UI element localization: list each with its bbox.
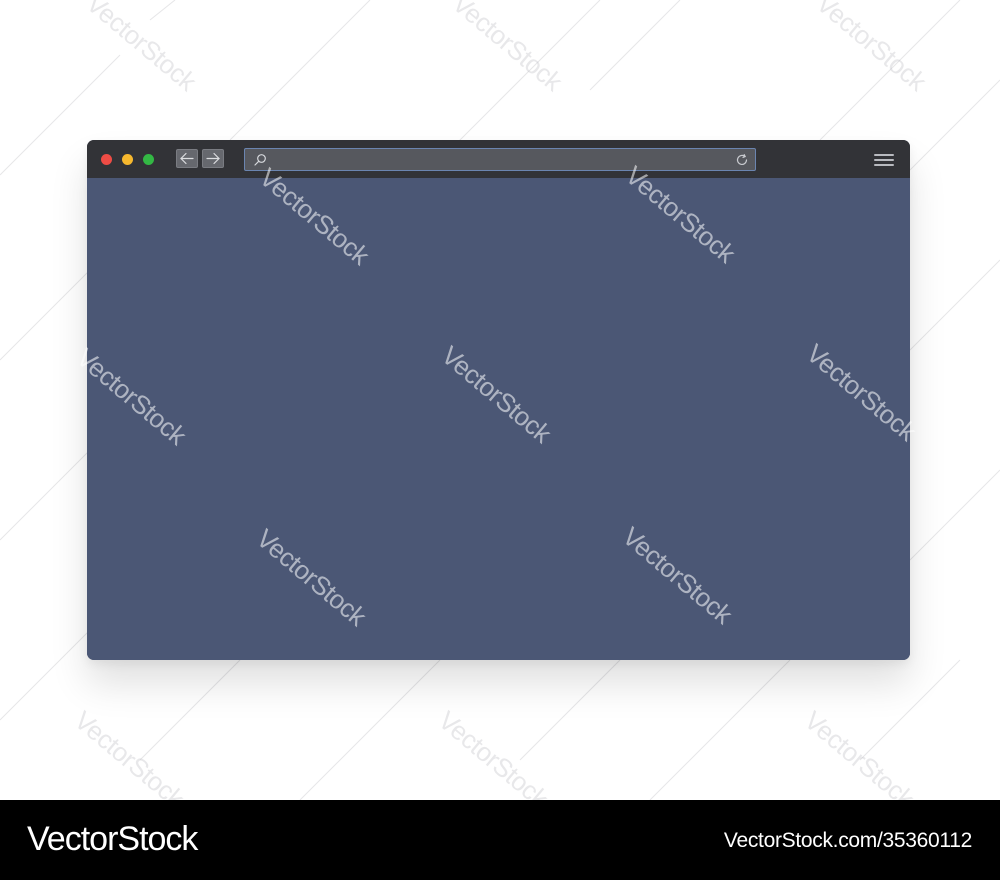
browser-window xyxy=(87,140,910,660)
footer-brand-logo: VectorStock xyxy=(27,820,198,858)
url-input[interactable] xyxy=(273,151,713,168)
footer-image-id: VectorStock.com/35360112 xyxy=(723,829,972,852)
browser-content-area xyxy=(87,178,910,660)
back-button[interactable] xyxy=(176,149,198,168)
canvas: VectorStock VectorStock VectorStock Vect… xyxy=(0,0,1000,800)
reload-icon[interactable] xyxy=(734,152,750,168)
magnifier-icon xyxy=(254,154,266,166)
footer-bar: VectorStock VectorStock.com/35360112 xyxy=(0,800,1000,880)
browser-toolbar xyxy=(87,140,910,178)
arrow-right-icon xyxy=(206,152,220,165)
minimize-window-button[interactable] xyxy=(122,154,133,165)
maximize-window-button[interactable] xyxy=(143,154,154,165)
forward-button[interactable] xyxy=(202,149,224,168)
address-bar[interactable] xyxy=(244,148,756,171)
hamburger-menu-icon[interactable] xyxy=(874,152,894,168)
arrow-left-icon xyxy=(180,152,194,165)
close-window-button[interactable] xyxy=(101,154,112,165)
